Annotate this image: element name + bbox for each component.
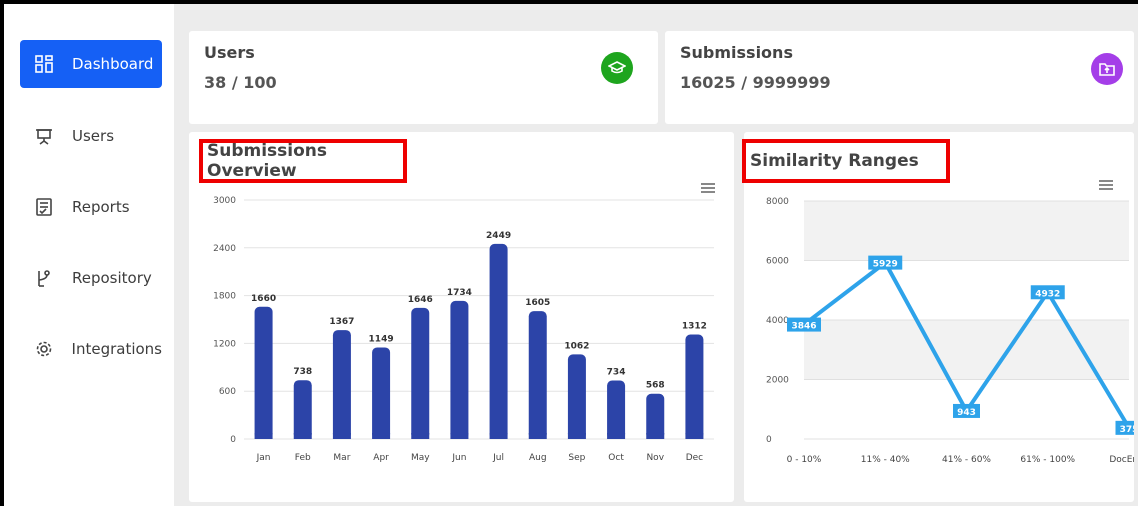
x-tick-label: DocError (1109, 455, 1134, 465)
submissions-stat-card: Submissions 16025 / 9999999 (665, 31, 1134, 124)
data-label: 1660 (251, 294, 276, 304)
bar (646, 393, 665, 439)
sidebar-item-label: Reports (72, 198, 130, 216)
x-tick-label: Feb (295, 453, 311, 463)
y-tick-label: 8000 (766, 197, 789, 207)
bar (293, 380, 312, 439)
x-tick-label: 61% - 100% (1020, 455, 1075, 465)
sidebar-item-repository[interactable]: Repository (20, 254, 162, 302)
data-label: 734 (607, 368, 626, 378)
y-tick-label: 2000 (766, 376, 789, 386)
x-tick-label: May (411, 453, 430, 463)
data-label: 1605 (525, 298, 550, 308)
bar-base (685, 433, 704, 439)
y-tick-label: 600 (219, 387, 236, 397)
y-tick-label: 1200 (213, 339, 236, 349)
presentation-icon (34, 126, 54, 146)
data-label: 1062 (564, 341, 589, 351)
bar-base (567, 433, 586, 439)
x-tick-label: Aug (529, 453, 547, 463)
x-tick-label: 41% - 60% (942, 455, 991, 465)
data-label: 1367 (329, 317, 354, 327)
data-label: 568 (646, 381, 665, 391)
x-tick-label: Dec (686, 453, 703, 463)
y-tick-label: 4000 (766, 316, 789, 326)
x-tick-label: Apr (373, 453, 389, 463)
bar-base (411, 433, 430, 439)
dashboard-icon (34, 54, 54, 74)
bar-base (332, 433, 351, 439)
sidebar-item-label: Dashboard (72, 55, 154, 73)
y-tick-label: 0 (766, 435, 772, 445)
sidebar-item-label: Repository (72, 269, 152, 287)
gear-icon (34, 339, 54, 359)
bar-base (646, 433, 665, 439)
data-label: 3846 (791, 322, 816, 332)
bar (685, 334, 704, 439)
bar (411, 307, 430, 439)
y-tick-label: 6000 (766, 257, 789, 267)
bar-base (450, 433, 469, 439)
bar (489, 243, 508, 439)
users-stat-value: 38 / 100 (204, 73, 277, 92)
bar (528, 311, 547, 439)
plot-band (804, 201, 1129, 261)
users-stat-card: Users 38 / 100 (189, 31, 658, 124)
submissions-stat-value: 16025 / 9999999 (680, 73, 831, 92)
data-label: 4932 (1035, 289, 1060, 299)
data-label: 375 (1120, 425, 1134, 435)
data-label: 1312 (682, 321, 707, 331)
bar (607, 380, 626, 439)
bar (332, 330, 351, 439)
data-label: 738 (293, 367, 312, 377)
main-content: Users 38 / 100 Submissions 16025 / 99999… (174, 4, 1138, 506)
data-label: 1149 (369, 334, 394, 344)
x-tick-label: 11% - 40% (861, 455, 910, 465)
submissions-bar-chart: 3000 2400 1800 1200 600 0 1660 Jan 738 Feb 1367 Mar… (213, 196, 714, 463)
x-tick-label: Jan (256, 453, 271, 463)
x-tick-label: Jul (492, 453, 504, 463)
sidebar-item-dashboard[interactable]: Dashboard (20, 40, 162, 88)
bar (567, 354, 586, 439)
x-tick-label: Jun (451, 453, 466, 463)
x-tick-label: 0 - 10% (787, 455, 822, 465)
branch-icon (34, 268, 54, 288)
bar-base (607, 433, 626, 439)
y-tick-label: 2400 (213, 244, 236, 254)
sidebar-item-integrations[interactable]: Integrations (20, 325, 162, 373)
y-tick-label: 3000 (213, 196, 236, 206)
sidebar: Dashboard Users Reports Repository Integ… (4, 4, 174, 506)
x-tick-label: Nov (646, 453, 664, 463)
bar-base (254, 433, 273, 439)
similarity-ranges-card: Similarity Ranges 8000 6000 4000 2000 0 3846 5… (742, 132, 1134, 502)
y-tick-label: 1800 (213, 292, 236, 302)
sidebar-item-reports[interactable]: Reports (20, 183, 162, 231)
report-icon (34, 197, 54, 217)
data-label: 943 (957, 408, 976, 418)
bar-base (293, 433, 312, 439)
y-tick-label: 0 (230, 435, 236, 445)
users-stat-title: Users (204, 43, 255, 62)
bar-base (489, 433, 508, 439)
x-tick-label: Sep (568, 453, 585, 463)
bar (372, 347, 391, 439)
bar (450, 300, 469, 439)
x-tick-label: Oct (608, 453, 624, 463)
bar (254, 306, 273, 439)
bar-base (372, 433, 391, 439)
sidebar-item-users[interactable]: Users (20, 112, 162, 160)
sidebar-item-label: Users (72, 127, 115, 145)
data-label: 1734 (447, 288, 472, 298)
sidebar-item-label: Integrations (71, 340, 162, 358)
submissions-overview-card: Submissions Overview 3000 2400 1800 1200 600… (189, 132, 734, 502)
data-label: 5929 (873, 260, 898, 270)
folder-upload-icon (1091, 53, 1123, 85)
graduation-cap-icon (601, 52, 633, 84)
data-label: 2449 (486, 231, 511, 241)
bar-base (528, 433, 547, 439)
similarity-line-chart: 8000 6000 4000 2000 0 3846 5929 943 4932 375 0 - 1… (766, 197, 1134, 465)
submissions-stat-title: Submissions (680, 43, 793, 62)
x-tick-label: Mar (333, 453, 350, 463)
data-label: 1646 (408, 295, 433, 305)
